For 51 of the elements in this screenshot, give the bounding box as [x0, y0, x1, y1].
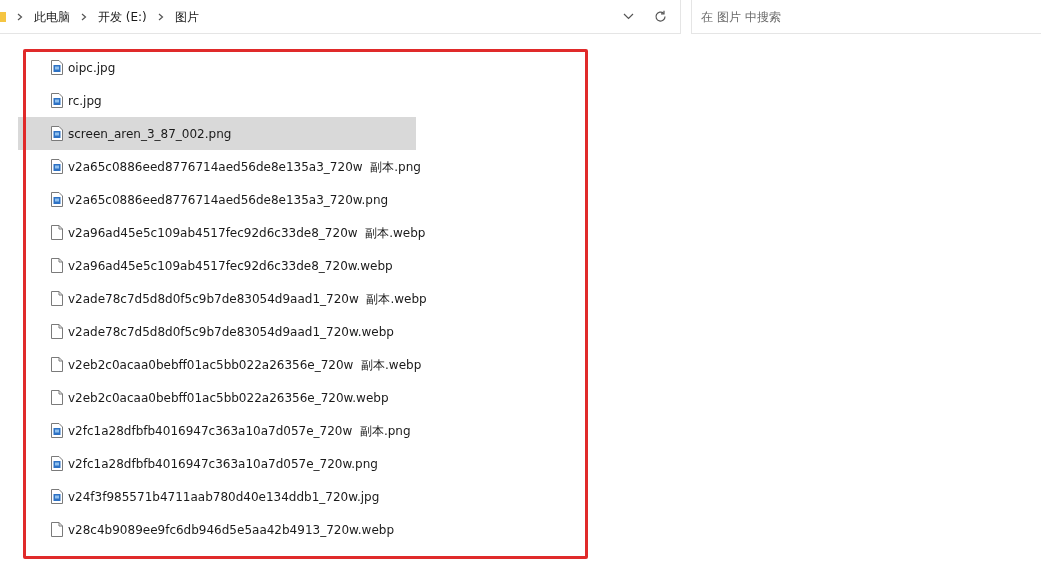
breadcrumb-item[interactable]: 此电脑: [34, 7, 70, 26]
chevron-right-icon: [17, 12, 23, 21]
file-name: v2ade78c7d5d8d0f5c9b7de83054d9aad1_720w.webp: [68, 323, 394, 341]
file-name: v2a96ad45e5c109ab4517fec92d6c33de8_720w 副本.webp: [68, 224, 426, 242]
file-row[interactable]: v2fc1a28dfbfb4016947c363a10a7d057e_720w 副本.png: [18, 414, 416, 447]
file-name: oipc.jpg: [68, 59, 116, 77]
file-row[interactable]: v2ade78c7d5d8d0f5c9b7de83054d9aad1_720w.webp: [18, 315, 416, 348]
image-file-icon: [51, 93, 63, 108]
file-row[interactable]: screen_aren_3_87_002.png: [18, 117, 416, 150]
file-name: v2a96ad45e5c109ab4517fec92d6c33de8_720w.webp: [68, 257, 393, 275]
file-name: v2fc1a28dfbfb4016947c363a10a7d057e_720w 副本.png: [68, 422, 411, 440]
file-name: v2eb2c0acaa0bebff01ac5bb022a26356e_720w 副本.webp: [68, 356, 422, 374]
chevron-right-icon: [157, 12, 164, 21]
file-row[interactable]: v2fc1a28dfbfb4016947c363a10a7d057e_720w.png: [18, 447, 416, 480]
file-row[interactable]: oipc.jpg: [18, 51, 416, 84]
chevron-right-icon: [81, 12, 87, 21]
file-name: v2fc1a28dfbfb4016947c363a10a7d057e_720w.png: [68, 455, 378, 473]
refresh-icon[interactable]: [653, 9, 667, 24]
file-name: v2a65c0886eed8776714aed56de8e135a3_720w 副本.png: [68, 158, 421, 176]
image-file-icon: [51, 489, 63, 504]
image-file-icon: [51, 192, 63, 207]
image-file-icon: [51, 126, 63, 141]
file-icon: [51, 522, 63, 537]
file-row[interactable]: v2eb2c0acaa0bebff01ac5bb022a26356e_720w.webp: [18, 381, 416, 414]
file-name: v24f3f985571b4711aab780d40e134ddb1_720w.jpg: [68, 488, 380, 506]
file-row[interactable]: v2a96ad45e5c109ab4517fec92d6c33de8_720w.webp: [18, 249, 416, 282]
file-row[interactable]: v28c4b9089ee9fc6db946d5e5aa42b4913_720w.webp: [18, 513, 416, 546]
breadcrumb-item[interactable]: 图片: [174, 7, 199, 26]
file-icon: [51, 258, 63, 273]
file-name: rc.jpg: [68, 92, 102, 110]
file-row[interactable]: v2a65c0886eed8776714aed56de8e135a3_720w.png: [18, 183, 416, 216]
file-icon: [51, 390, 63, 405]
file-name: v2a65c0886eed8776714aed56de8e135a3_720w.png: [68, 191, 389, 209]
breadcrumb-item[interactable]: 开发 (E:): [98, 7, 147, 26]
file-icon: [51, 324, 63, 339]
file-name: v2eb2c0acaa0bebff01ac5bb022a26356e_720w.webp: [68, 389, 389, 407]
image-file-icon: [51, 456, 63, 471]
file-name: v28c4b9089ee9fc6db946d5e5aa42b4913_720w.webp: [68, 521, 395, 539]
file-icon: [51, 291, 63, 306]
image-file-icon: [51, 159, 63, 174]
image-file-icon: [51, 60, 63, 75]
file-name: v2ade78c7d5d8d0f5c9b7de83054d9aad1_720w 副本.webp: [68, 290, 427, 308]
file-icon: [51, 225, 63, 240]
image-file-icon: [51, 423, 63, 438]
file-row[interactable]: v24f3f985571b4711aab780d40e134ddb1_720w.jpg: [18, 480, 416, 513]
file-row[interactable]: rc.jpg: [18, 84, 416, 117]
address-bar[interactable]: 此电脑 开发 (E:) 图片: [0, 0, 681, 34]
file-name: screen_aren_3_87_002.png: [68, 125, 232, 143]
search-field[interactable]: 在 图片 中搜索: [692, 0, 1041, 33]
file-icon: [51, 357, 63, 372]
folder-icon: [0, 10, 6, 23]
